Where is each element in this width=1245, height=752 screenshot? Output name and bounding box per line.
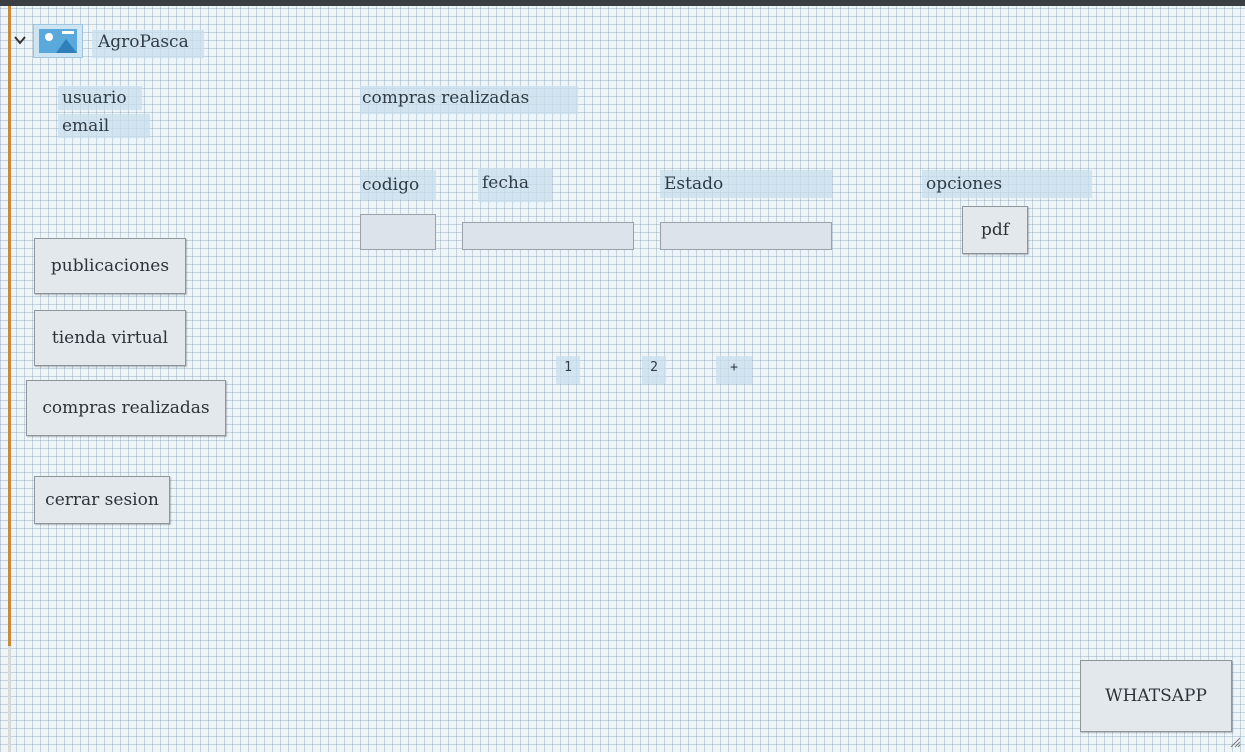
image-logo-icon bbox=[33, 24, 83, 58]
window-top-border bbox=[0, 0, 1245, 6]
email-label: email bbox=[58, 114, 150, 138]
pdf-button[interactable]: pdf bbox=[962, 206, 1028, 254]
page-link-2[interactable]: 2 bbox=[642, 356, 666, 384]
column-header-fecha: fecha bbox=[478, 168, 552, 202]
estado-field[interactable] bbox=[660, 222, 832, 250]
column-header-opciones: opciones bbox=[922, 170, 1092, 198]
fecha-field[interactable] bbox=[462, 222, 634, 250]
page-link-1[interactable]: 1 bbox=[556, 356, 580, 384]
page-link-next[interactable]: + bbox=[716, 356, 752, 384]
column-header-codigo: codigo bbox=[360, 170, 436, 200]
compras-realizadas-button[interactable]: compras realizadas bbox=[26, 380, 226, 436]
codigo-field[interactable] bbox=[360, 214, 436, 250]
column-header-estado: Estado bbox=[660, 170, 832, 198]
resize-grip-icon[interactable] bbox=[1227, 734, 1241, 748]
window-left-border-lower bbox=[8, 646, 11, 752]
publicaciones-button[interactable]: publicaciones bbox=[34, 238, 186, 294]
tienda-virtual-button[interactable]: tienda virtual bbox=[34, 310, 186, 366]
chevron-down-icon[interactable] bbox=[13, 33, 27, 47]
cerrar-sesion-button[interactable]: cerrar sesion bbox=[34, 476, 170, 524]
whatsapp-button[interactable]: WHATSAPP bbox=[1080, 660, 1232, 732]
section-title: compras realizadas bbox=[360, 86, 578, 114]
user-label: usuario bbox=[58, 86, 142, 110]
app-title: AgroPasca bbox=[92, 30, 204, 58]
window-left-border bbox=[8, 6, 11, 646]
